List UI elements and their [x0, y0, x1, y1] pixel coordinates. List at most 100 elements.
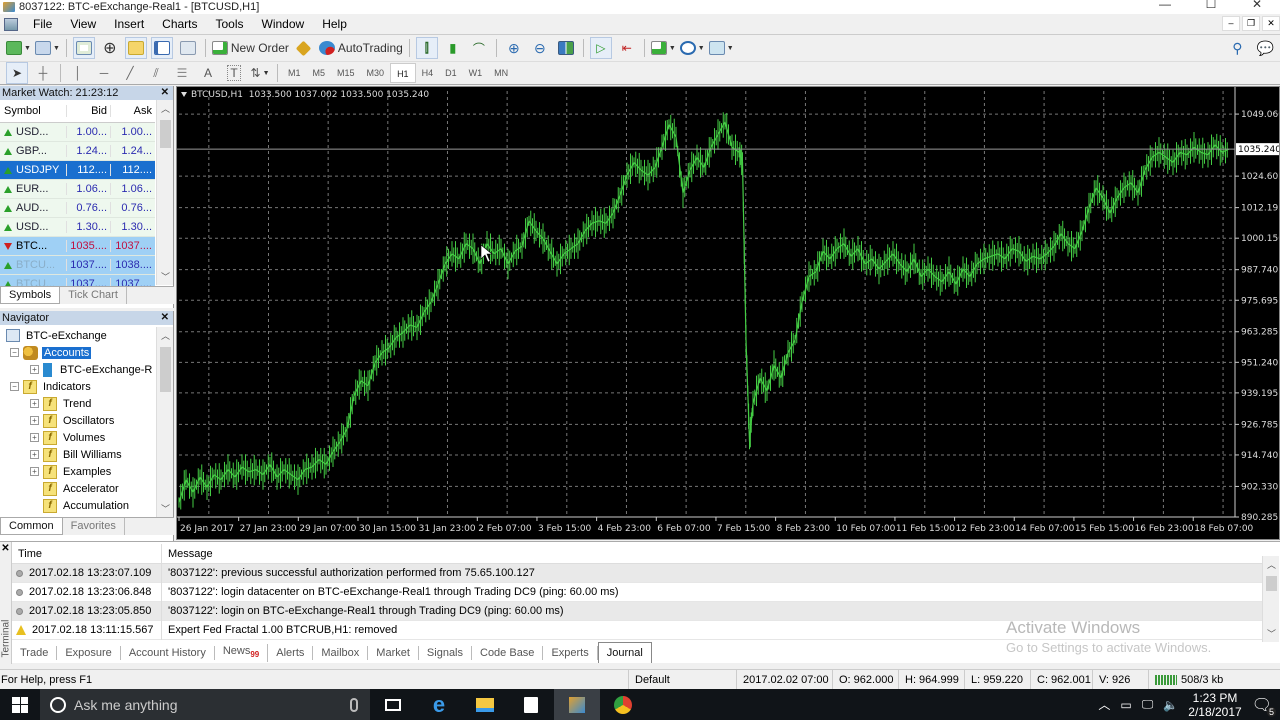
timeframe-m30[interactable]: M30 [361, 63, 391, 83]
line-chart-button[interactable]: ⌒ [468, 37, 490, 59]
close-button[interactable]: ✕ [1234, 0, 1280, 11]
terminal-toggle[interactable] [150, 37, 173, 59]
start-button[interactable] [0, 689, 40, 720]
chart-canvas[interactable]: 1049.060 1024.605 1012.195 1000.150 987.740 9… [177, 87, 1279, 539]
tab-experts[interactable]: Experts [543, 646, 598, 660]
close-terminal-icon[interactable]: ✕ [0, 542, 11, 556]
column-bid[interactable]: Bid [66, 105, 110, 117]
templates-button[interactable]: ▼ [708, 37, 734, 59]
column-message[interactable]: Message [162, 544, 213, 563]
fibonacci-button[interactable]: ☰ [171, 62, 193, 84]
autotrading-button[interactable]: AutoTrading [318, 37, 403, 59]
expand-icon[interactable]: + [30, 433, 39, 442]
market-watch-row[interactable]: BTC... 1035.... 1037.... [0, 237, 155, 256]
scroll-up-icon[interactable]: ︿ [1263, 558, 1280, 571]
metaeditor-button[interactable] [293, 37, 315, 59]
expand-icon[interactable]: + [30, 399, 39, 408]
price-chart[interactable]: 1049.060 1024.605 1012.195 1000.150 987.740 9… [176, 86, 1280, 540]
tab-tick-chart[interactable]: Tick Chart [60, 287, 127, 304]
store-button[interactable] [508, 689, 554, 720]
chrome-button[interactable] [600, 689, 646, 720]
menu-charts[interactable]: Charts [153, 14, 206, 34]
collapse-icon[interactable]: − [10, 348, 19, 357]
microphone-icon[interactable] [350, 697, 358, 712]
chart-shift-button[interactable]: ⇤ [616, 37, 638, 59]
column-time[interactable]: Time [12, 544, 162, 563]
timeframe-m5[interactable]: M5 [307, 63, 332, 83]
chat-icon[interactable]: 💬 [1257, 40, 1274, 57]
tab-market[interactable]: Market [368, 646, 419, 660]
tab-mailbox[interactable]: Mailbox [313, 646, 369, 660]
horizontal-line-button[interactable]: ─ [93, 62, 115, 84]
timeframe-mn[interactable]: MN [488, 63, 514, 83]
tree-node[interactable]: + f Bill Williams [0, 446, 157, 463]
chart-restore-button[interactable]: ❐ [1242, 16, 1260, 31]
journal-row[interactable]: 2017.02.18 13:23:06.848 '8037122': login … [12, 582, 1262, 602]
tab-journal[interactable]: Journal [597, 641, 652, 663]
expand-icon[interactable]: + [30, 450, 39, 459]
text-label-button[interactable]: T [223, 62, 245, 84]
market-watch-scrollbar[interactable]: ︿ ﹀ [156, 100, 173, 285]
menu-window[interactable]: Window [253, 14, 314, 34]
maximize-button[interactable]: ☐ [1188, 0, 1234, 11]
menu-help[interactable]: Help [313, 14, 356, 34]
arrows-button[interactable]: ⇅ ▼ [249, 62, 271, 84]
indicators-button[interactable]: ▼ [650, 37, 676, 59]
collapse-icon[interactable]: − [10, 382, 19, 391]
tab-symbols[interactable]: Symbols [0, 287, 61, 304]
volume-icon[interactable]: 🔈 [1163, 698, 1178, 712]
column-symbol[interactable]: Symbol [0, 105, 66, 117]
cortana-search-box[interactable]: Ask me anything [40, 689, 370, 720]
file-explorer-button[interactable] [462, 689, 508, 720]
edge-button[interactable]: e [416, 689, 462, 720]
tab-account-history[interactable]: Account History [121, 646, 215, 660]
tab-favorites[interactable]: Favorites [63, 518, 125, 535]
tree-node[interactable]: + f Volumes [0, 429, 157, 446]
battery-icon[interactable]: ▭ [1120, 698, 1131, 712]
market-watch-row[interactable]: USD... 1.30... 1.30... [0, 218, 155, 237]
expand-icon[interactable]: + [30, 416, 39, 425]
clock[interactable]: 1:23 PM 2/18/2017 [1188, 691, 1241, 719]
profiles-button[interactable]: ▼ [34, 37, 60, 59]
scroll-up-icon[interactable]: ︿ [157, 329, 174, 342]
navigator-scrollbar[interactable]: ︿ ﹀ [156, 327, 173, 517]
timeframe-m1[interactable]: M1 [282, 63, 307, 83]
tab-exposure[interactable]: Exposure [57, 646, 121, 660]
tab-code-base[interactable]: Code Base [472, 646, 544, 660]
tree-node[interactable]: + BTC-eExchange-R [0, 361, 157, 378]
text-button[interactable]: A [197, 62, 219, 84]
show-hidden-icons-chevron[interactable]: ︿ [1098, 696, 1110, 713]
scroll-down-icon[interactable]: ﹀ [157, 270, 174, 283]
tree-node[interactable]: + f Oscillators [0, 412, 157, 429]
market-watch-toggle[interactable] [72, 37, 95, 59]
cursor-button[interactable]: ➤ [6, 62, 28, 84]
close-market-watch-icon[interactable]: ✕ [161, 86, 169, 100]
terminal-scrollbar[interactable]: ︿ ﹀ [1262, 556, 1279, 642]
tree-node[interactable]: BTC-eExchange [0, 327, 157, 344]
task-view-button[interactable] [370, 689, 416, 720]
vertical-line-button[interactable]: │ [67, 62, 89, 84]
market-watch-row[interactable]: USDJPY 112.... 112.... [0, 161, 155, 180]
expand-icon[interactable]: + [30, 467, 39, 476]
column-ask[interactable]: Ask [110, 105, 155, 117]
timeframe-w1[interactable]: W1 [463, 63, 489, 83]
expand-icon[interactable]: + [30, 365, 39, 374]
close-navigator-icon[interactable]: ✕ [161, 311, 169, 325]
timeframe-h1[interactable]: H1 [390, 63, 416, 83]
market-watch-row[interactable]: USD... 1.00... 1.00... [0, 123, 155, 142]
new-chart-button[interactable]: ▼ [6, 37, 31, 59]
chart-close-button[interactable]: ✕ [1262, 16, 1280, 31]
market-watch-row[interactable]: EUR... 1.06... 1.06... [0, 180, 155, 199]
menu-insert[interactable]: Insert [105, 14, 153, 34]
tab-common[interactable]: Common [0, 518, 63, 535]
menu-file[interactable]: File [24, 14, 61, 34]
market-watch-row[interactable]: GBP... 1.24... 1.24... [0, 142, 155, 161]
bar-chart-button[interactable]: ⫿ [415, 37, 438, 59]
equidistant-channel-button[interactable]: ⫽ [145, 62, 167, 84]
connection-status[interactable]: 508/3 kb [1148, 669, 1248, 690]
candlesticks-button[interactable]: ▮ [442, 37, 464, 59]
crosshair-button[interactable]: ┼ [32, 62, 54, 84]
metatrader-taskbar-button[interactable] [554, 689, 600, 720]
scroll-thumb[interactable] [160, 120, 171, 148]
chart-window-icon[interactable] [4, 17, 18, 31]
